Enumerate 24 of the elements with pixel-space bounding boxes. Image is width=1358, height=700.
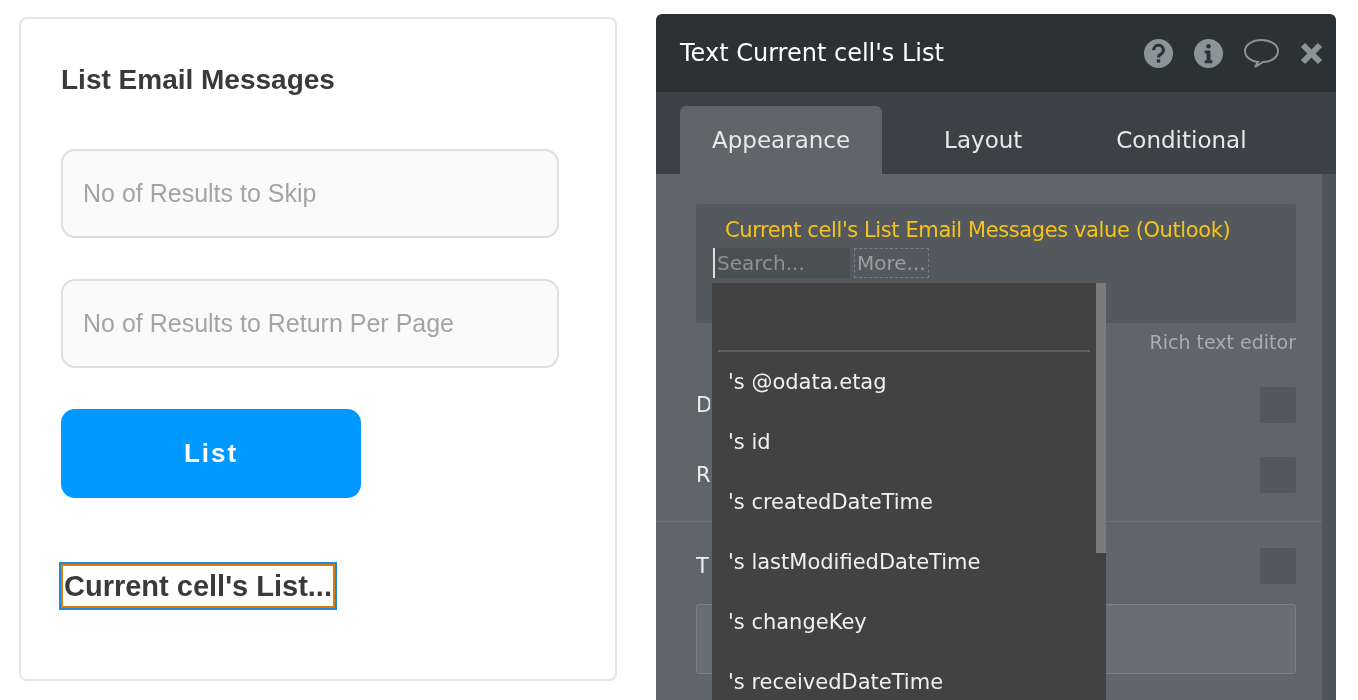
dropdown-item[interactable]: 's id bbox=[712, 412, 1096, 472]
close-icon[interactable] bbox=[1299, 40, 1324, 66]
option-label: T bbox=[696, 554, 710, 578]
input-field[interactable]: No of Results to Skip bbox=[61, 149, 559, 238]
tab[interactable]: Appearance bbox=[680, 106, 883, 174]
speech-bubble-icon[interactable] bbox=[1243, 37, 1280, 69]
tab[interactable]: Conditional bbox=[1084, 106, 1279, 174]
search-field[interactable]: Search... bbox=[713, 248, 850, 278]
input-field[interactable]: No of Results to Return Per Page bbox=[61, 279, 559, 368]
dropdown-item[interactable]: 's receivedDateTime bbox=[712, 652, 1096, 700]
card-title: List Email Messages bbox=[61, 63, 335, 97]
dropdown-item[interactable]: 's changeKey bbox=[712, 592, 1096, 652]
dropdown-item[interactable]: 's @odata.etag bbox=[712, 352, 1096, 412]
dropdown-item[interactable]: 's lastModifiedDateTime bbox=[712, 532, 1096, 592]
expression-text: Current cell's List Email Messages value (Outlook) bbox=[724, 218, 1232, 242]
scrollbar-thumb[interactable] bbox=[1096, 283, 1106, 553]
panel-title: Text Current cell's List bbox=[680, 39, 944, 67]
tab[interactable]: Layout bbox=[882, 106, 1085, 174]
help-icon[interactable] bbox=[1143, 37, 1174, 69]
selected-text-element[interactable]: Current cell's List... bbox=[61, 564, 335, 608]
info-icon[interactable] bbox=[1193, 37, 1224, 69]
scrollbar-track[interactable] bbox=[1322, 174, 1336, 700]
dropdown-item[interactable]: 's createdDateTime bbox=[712, 472, 1096, 532]
option-label: R bbox=[696, 463, 710, 487]
